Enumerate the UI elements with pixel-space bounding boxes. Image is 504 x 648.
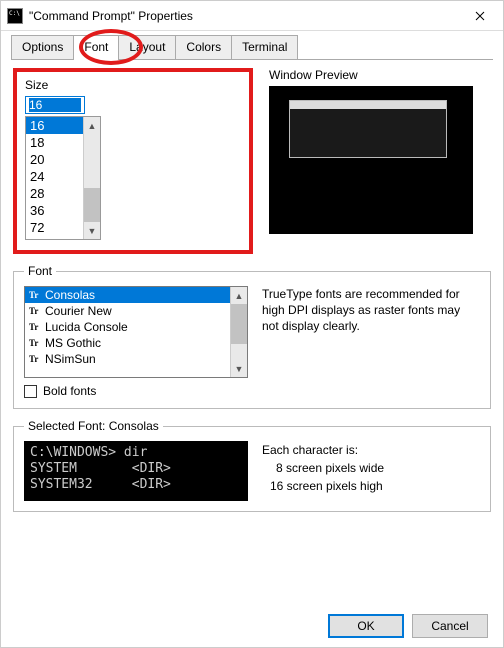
ok-button[interactable]: OK <box>328 614 404 638</box>
tab-options[interactable]: Options <box>11 35 74 59</box>
scroll-down-icon[interactable]: ▼ <box>84 222 100 239</box>
size-section: Size 16 16 18 20 24 28 36 72 ▲ ▼ <box>13 68 253 254</box>
window-preview <box>269 86 473 234</box>
tab-content: Size 16 16 18 20 24 28 36 72 ▲ ▼ <box>1 60 503 532</box>
bold-fonts-row: Bold fonts <box>24 384 480 398</box>
app-icon <box>7 8 23 24</box>
size-option[interactable]: 18 <box>26 134 83 151</box>
font-item-label: Lucida Console <box>45 320 128 334</box>
preview-section: Window Preview <box>269 68 491 254</box>
size-option[interactable]: 36 <box>26 202 83 219</box>
truetype-icon: Tr <box>29 338 41 348</box>
size-option[interactable]: 16 <box>26 117 83 134</box>
truetype-icon: Tr <box>29 290 41 300</box>
font-item-label: MS Gothic <box>45 336 101 350</box>
close-button[interactable] <box>457 1 503 31</box>
bold-fonts-label: Bold fonts <box>43 384 96 398</box>
scroll-thumb[interactable] <box>231 304 247 344</box>
font-listbox[interactable]: Tr Consolas Tr Courier New Tr Lucida Consol… <box>24 286 248 378</box>
tab-colors[interactable]: Colors <box>175 35 232 59</box>
preview-label: Window Preview <box>269 68 491 82</box>
size-input-value: 16 <box>29 98 81 112</box>
font-description: TrueType fonts are recommended for high … <box>262 286 480 378</box>
font-item-label: NSimSun <box>45 352 96 366</box>
size-option[interactable]: 24 <box>26 168 83 185</box>
size-option[interactable]: 20 <box>26 151 83 168</box>
truetype-icon: Tr <box>29 354 41 364</box>
font-sample-preview: C:\WINDOWS> dir SYSTEM <DIR> SYSTEM32 <D… <box>24 441 248 501</box>
truetype-icon: Tr <box>29 322 41 332</box>
size-input[interactable]: 16 <box>25 96 85 114</box>
font-scrollbar[interactable]: ▲ ▼ <box>230 287 247 377</box>
selected-font-legend: Selected Font: Consolas <box>24 419 163 433</box>
char-info-intro: Each character is: <box>262 441 384 459</box>
scroll-up-icon[interactable]: ▲ <box>84 117 100 134</box>
font-list-items: Tr Consolas Tr Courier New Tr Lucida Consol… <box>25 287 230 377</box>
dialog-buttons: OK Cancel <box>328 614 488 638</box>
scroll-track[interactable] <box>84 134 100 188</box>
scroll-down-icon[interactable]: ▼ <box>231 360 247 377</box>
font-item[interactable]: Tr Lucida Console <box>25 319 230 335</box>
tab-terminal[interactable]: Terminal <box>231 35 298 59</box>
font-item[interactable]: Tr NSimSun <box>25 351 230 367</box>
char-height-text: 16 screen pixels high <box>262 477 384 495</box>
scroll-thumb[interactable] <box>84 188 100 222</box>
tab-bar: Options Font Layout Colors Terminal <box>11 35 493 60</box>
char-width-text: 8 screen pixels wide <box>262 459 384 477</box>
window-title: "Command Prompt" Properties <box>29 9 457 23</box>
preview-window-graphic <box>289 100 447 158</box>
font-item[interactable]: Tr MS Gothic <box>25 335 230 351</box>
scroll-up-icon[interactable]: ▲ <box>231 287 247 304</box>
size-list-items: 16 18 20 24 28 36 72 <box>26 117 83 239</box>
tab-font[interactable]: Font <box>73 35 119 60</box>
size-option[interactable]: 28 <box>26 185 83 202</box>
font-item[interactable]: Tr Courier New <box>25 303 230 319</box>
size-option[interactable]: 72 <box>26 219 83 236</box>
truetype-icon: Tr <box>29 306 41 316</box>
font-legend: Font <box>24 264 56 278</box>
cancel-button[interactable]: Cancel <box>412 614 488 638</box>
font-group: Font Tr Consolas Tr Courier New Tr Lucida C… <box>13 264 491 409</box>
bold-fonts-checkbox[interactable] <box>24 385 37 398</box>
font-item[interactable]: Tr Consolas <box>25 287 230 303</box>
selected-font-group: Selected Font: Consolas C:\WINDOWS> dir … <box>13 419 491 512</box>
size-scrollbar[interactable]: ▲ ▼ <box>83 117 100 239</box>
char-info: Each character is: 8 screen pixels wide … <box>262 441 384 495</box>
font-item-label: Consolas <box>45 288 95 302</box>
titlebar: "Command Prompt" Properties <box>1 1 503 31</box>
tab-layout[interactable]: Layout <box>118 35 176 59</box>
size-listbox[interactable]: 16 18 20 24 28 36 72 ▲ ▼ <box>25 116 101 240</box>
scroll-track[interactable] <box>231 344 247 360</box>
close-icon <box>475 11 485 21</box>
font-item-label: Courier New <box>45 304 112 318</box>
size-label: Size <box>25 78 241 92</box>
